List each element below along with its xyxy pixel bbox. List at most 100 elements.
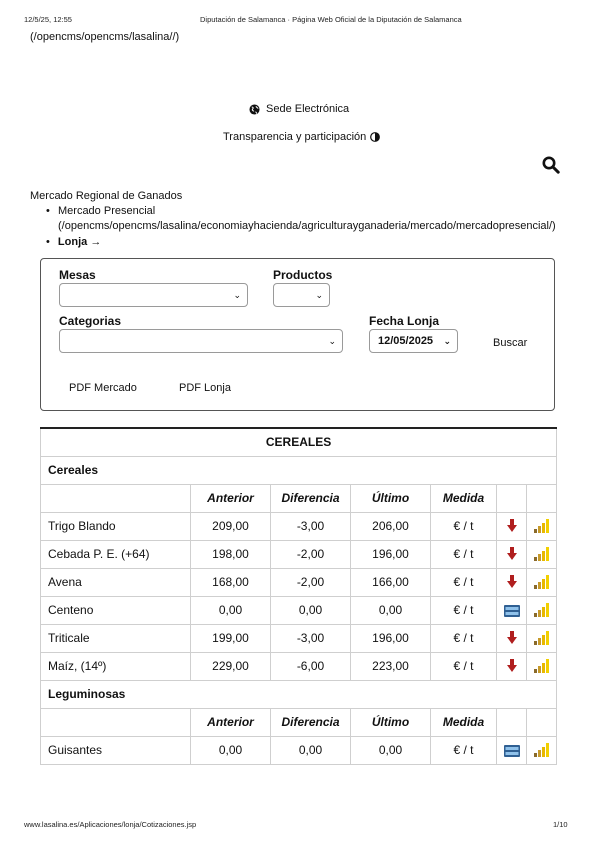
home-link[interactable]: (/opencms/opencms/lasalina//) xyxy=(30,31,179,43)
anterior-value: 198,00 xyxy=(190,539,271,569)
breadcrumb-item-label: Mercado Presencial xyxy=(58,205,156,217)
print-title: Diputación de Salamanca · Página Web Ofi… xyxy=(200,15,462,24)
bar-chart-icon[interactable] xyxy=(534,603,550,618)
bullet: • xyxy=(46,236,50,248)
table-row: Triticale 199,00 -3,00 196,00 € / t xyxy=(40,623,558,653)
print-page: 1/10 xyxy=(553,820,568,829)
pdf-mercado-link[interactable]: PDF Mercado xyxy=(69,382,137,394)
trend-cell xyxy=(496,567,527,597)
ultimo-value: 196,00 xyxy=(350,623,431,653)
diferencia-value: 0,00 xyxy=(270,595,351,625)
header-empty xyxy=(525,707,558,737)
categorias-label: Categorias xyxy=(59,314,122,328)
product-name: Centeno xyxy=(40,595,191,625)
search-icon[interactable] xyxy=(542,156,560,174)
sede-electronica-label: Sede Electrónica xyxy=(266,103,350,115)
categorias-select[interactable]: ⌄ xyxy=(59,329,343,353)
bar-chart-icon[interactable] xyxy=(534,659,550,674)
diferencia-value: -2,00 xyxy=(270,567,351,597)
chevron-down-icon: ⌄ xyxy=(328,335,336,346)
header-empty xyxy=(496,483,527,513)
bar-chart-icon[interactable] xyxy=(534,743,550,758)
chart-cell[interactable] xyxy=(525,567,558,597)
table-row: Maíz, (14º) 229,00 -6,00 223,00 € / t xyxy=(40,651,558,681)
sede-electronica-link[interactable]: Sede Electrónica xyxy=(249,103,349,115)
print-url: www.lasalina.es/Aplicaciones/lonja/Cotiz… xyxy=(24,820,197,829)
table-row: Trigo Blando 209,00 -3,00 206,00 € / t xyxy=(40,511,558,541)
productos-select[interactable]: ⌄ xyxy=(273,283,330,307)
column-header: Último xyxy=(350,707,431,737)
medida-value: € / t xyxy=(430,539,497,569)
ultimo-value: 166,00 xyxy=(350,567,431,597)
cotizaciones-table: CEREALES Cereales Anterior Diferencia Último… xyxy=(39,427,558,765)
anterior-value: 0,00 xyxy=(190,735,271,765)
globe-icon xyxy=(249,103,260,115)
product-name: Maíz, (14º) xyxy=(40,651,191,681)
table-row: Cebada P. E. (+64) 198,00 -2,00 196,00 € / t xyxy=(40,539,558,569)
table-title: CEREALES xyxy=(39,427,558,457)
trend-cell xyxy=(496,595,527,625)
ultimo-value: 206,00 xyxy=(350,511,431,541)
buscar-button[interactable]: Buscar xyxy=(493,337,527,349)
diferencia-value: -6,00 xyxy=(270,651,351,681)
anterior-value: 168,00 xyxy=(190,567,271,597)
product-name: Guisantes xyxy=(40,735,191,765)
breadcrumb-item-lonja[interactable]: • Lonja → xyxy=(46,236,101,248)
column-header: Diferencia xyxy=(270,707,351,737)
fecha-lonja-label: Fecha Lonja xyxy=(369,314,440,328)
chart-cell[interactable] xyxy=(525,511,558,541)
section-row: Leguminosas xyxy=(39,679,558,709)
bar-chart-icon[interactable] xyxy=(534,631,550,646)
breadcrumb-root: Mercado Regional de Ganados xyxy=(30,190,183,202)
breadcrumb-item-mercado-presencial[interactable]: • Mercado Presencial (/opencms/opencms/l… xyxy=(46,205,566,232)
table-title-row: CEREALES xyxy=(39,427,558,457)
arrow-right-icon: → xyxy=(90,236,102,248)
ultimo-value: 223,00 xyxy=(350,651,431,681)
anterior-value: 199,00 xyxy=(190,623,271,653)
arrow-down-icon xyxy=(506,659,517,673)
chart-cell[interactable] xyxy=(525,539,558,569)
mesas-select[interactable]: ⌄ xyxy=(59,283,248,307)
medida-value: € / t xyxy=(430,735,497,765)
pdf-lonja-link[interactable]: PDF Lonja xyxy=(179,382,231,394)
bar-chart-icon[interactable] xyxy=(534,575,550,590)
transparencia-link[interactable]: Transparencia y participación xyxy=(223,131,381,143)
column-header: Anterior xyxy=(190,707,271,737)
product-name: Trigo Blando xyxy=(40,511,191,541)
anterior-value: 209,00 xyxy=(190,511,271,541)
column-header: Último xyxy=(350,483,431,513)
chart-cell[interactable] xyxy=(525,651,558,681)
diferencia-value: -3,00 xyxy=(270,623,351,653)
bar-chart-icon[interactable] xyxy=(534,519,550,534)
ultimo-value: 0,00 xyxy=(350,595,431,625)
chart-cell[interactable] xyxy=(525,595,558,625)
table-row: Centeno 0,00 0,00 0,00 € / t xyxy=(40,595,558,625)
equal-icon xyxy=(504,604,520,617)
header-empty xyxy=(496,707,527,737)
filter-form: Mesas ⌄ Productos ⌄ Categorias ⌄ Fecha L… xyxy=(40,258,555,411)
fecha-lonja-select[interactable]: 12/05/2025 ⌄ xyxy=(369,329,458,353)
medida-value: € / t xyxy=(430,623,497,653)
print-date: 12/5/25, 12:55 xyxy=(24,15,72,24)
mesas-label: Mesas xyxy=(59,268,96,282)
trend-cell xyxy=(496,735,527,765)
column-header: Diferencia xyxy=(270,483,351,513)
column-header: Medida xyxy=(430,707,497,737)
ultimo-value: 0,00 xyxy=(350,735,431,765)
medida-value: € / t xyxy=(430,595,497,625)
transparencia-label: Transparencia y participación xyxy=(223,131,367,143)
equal-icon xyxy=(504,744,520,757)
ultimo-value: 196,00 xyxy=(350,539,431,569)
diferencia-value: 0,00 xyxy=(270,735,351,765)
column-header: Anterior xyxy=(190,483,271,513)
breadcrumb-item-url: (/opencms/opencms/lasalina/economiayhaci… xyxy=(58,220,556,232)
chart-cell[interactable] xyxy=(525,735,558,765)
diferencia-value: -2,00 xyxy=(270,539,351,569)
chevron-down-icon: ⌄ xyxy=(233,289,241,300)
bar-chart-icon[interactable] xyxy=(534,547,550,562)
section-name: Leguminosas xyxy=(39,679,558,709)
header-row: Anterior Diferencia Último Medida xyxy=(40,707,558,737)
chart-cell[interactable] xyxy=(525,623,558,653)
product-name: Avena xyxy=(40,567,191,597)
arrow-down-icon xyxy=(506,519,517,533)
